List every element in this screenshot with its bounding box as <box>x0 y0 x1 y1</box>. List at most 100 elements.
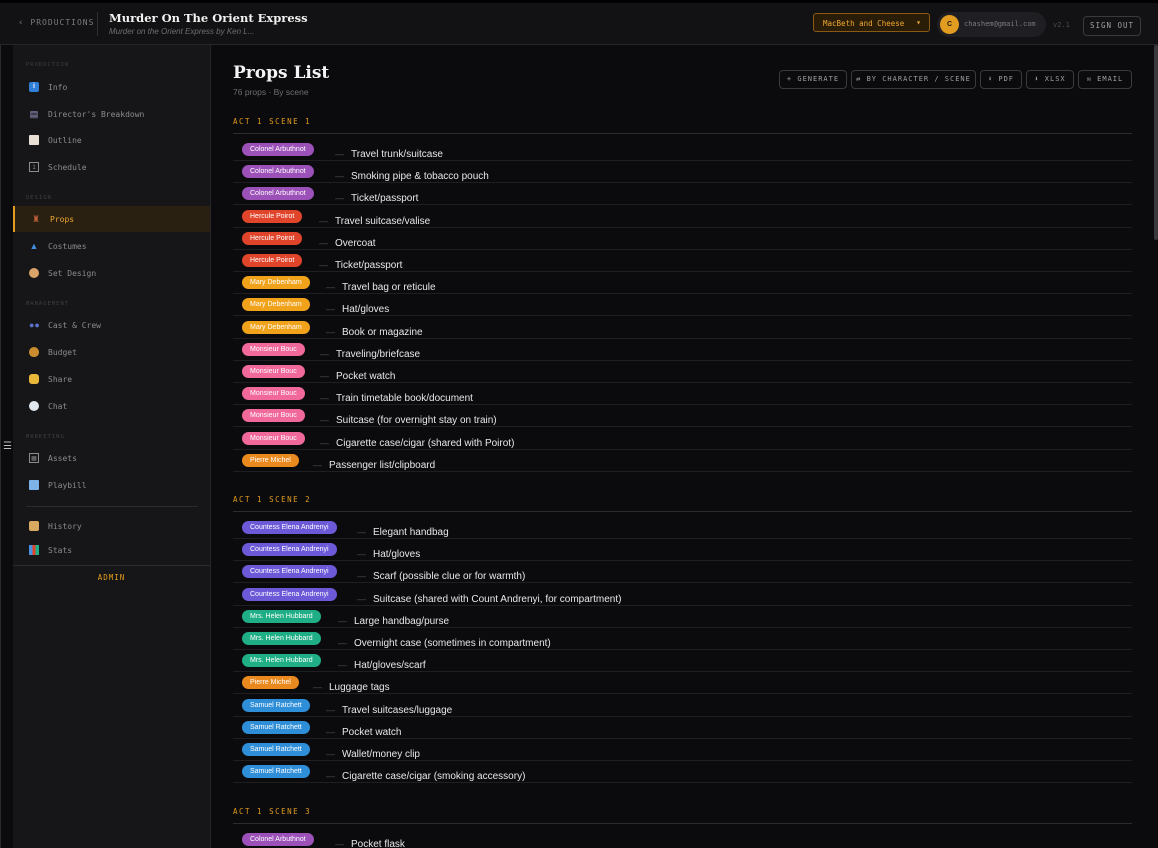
email-button[interactable]: ✉ EMAIL <box>1078 70 1132 89</box>
character-chip[interactable]: Mary Debenham <box>242 298 310 312</box>
character-chip[interactable]: Hercule Poirot <box>242 254 303 267</box>
prop-row[interactable]: Monsieur Bouc — Cigarette case/cigar (shar… <box>233 428 1132 450</box>
sidebar-item-playbill[interactable]: Playbill <box>13 472 210 498</box>
character-chip[interactable]: Mary Debenham <box>242 276 310 290</box>
character-chip[interactable]: Countess Elena Andrenyi <box>242 587 337 601</box>
character-chip[interactable]: Hercule Poirot <box>242 231 303 245</box>
sidebar-item-history[interactable]: History <box>13 513 210 539</box>
prop-item: — Travel bag or reticule <box>319 277 436 295</box>
character-chip[interactable]: Countess Elena Andrenyi <box>242 521 337 534</box>
user-email: chashem@gmail.com <box>964 20 1036 28</box>
sidebar-item-props[interactable]: ♜ Props <box>13 206 210 232</box>
prop-row[interactable]: Mrs. Helen Hubbard — Hat/gloves/scarf <box>233 650 1132 673</box>
prop-row[interactable]: Countess Elena Andrenyi — Hat/gloves <box>233 539 1132 562</box>
prop-row[interactable]: Countess Elena Andrenyi — Suitcase (shared… <box>233 584 1132 606</box>
dash-separator: — <box>320 415 329 426</box>
prop-row[interactable]: Mary Debenham — Travel bag or reticule <box>233 272 1132 295</box>
dress-icon: ▲ <box>29 241 39 251</box>
character-chip[interactable]: Hercule Poirot <box>242 209 303 223</box>
prop-row[interactable]: Pierre Michel — Passenger list/clipboard <box>233 450 1132 472</box>
prop-row[interactable]: Monsieur Bouc — Train timetable book/docum… <box>233 383 1132 406</box>
prop-row[interactable]: Hercule Poirot — Ticket/passport <box>233 250 1132 272</box>
sidebar-item-budget[interactable]: Budget <box>13 339 210 365</box>
prop-item: — Train timetable book/document <box>313 388 473 406</box>
prop-row[interactable]: Mrs. Helen Hubbard — Overnight case (somet… <box>233 628 1132 650</box>
character-chip[interactable]: Colonel Arbuthnot <box>242 143 314 156</box>
character-chip[interactable]: Monsieur Bouc <box>242 342 305 356</box>
by-character-scene-toggle[interactable]: ⇄ BY CHARACTER / SCENE <box>851 70 976 89</box>
sidebar-item-chat[interactable]: Chat <box>13 393 210 419</box>
character-chip[interactable]: Colonel Arbuthnot <box>242 833 314 846</box>
scrollbar[interactable] <box>1154 45 1158 240</box>
sidebar-item-assets[interactable]: ▦ Assets <box>13 445 210 471</box>
admin-link[interactable]: ADMIN <box>13 573 210 582</box>
character-chip[interactable]: Mrs. Helen Hubbard <box>242 654 321 668</box>
divider <box>233 823 1132 824</box>
handshake-icon <box>29 374 39 384</box>
info-icon: i <box>29 82 39 92</box>
sidebar-item-set-design[interactable]: Set Design <box>13 260 210 286</box>
prop-row[interactable]: Samuel Ratchett — Pocket watch <box>233 717 1132 739</box>
character-chip[interactable]: Monsieur Bouc <box>242 431 305 445</box>
prop-row[interactable]: Colonel Arbuthnot — Travel trunk/suitcase <box>233 139 1132 161</box>
export-xlsx-button[interactable]: ⬇ XLSX <box>1026 70 1074 89</box>
sidebar-item-cast-crew[interactable]: ●● Cast & Crew <box>13 312 210 338</box>
sidebar-item-label: Schedule <box>48 163 87 172</box>
prop-row[interactable]: Colonel Arbuthnot — Ticket/passport <box>233 183 1132 206</box>
sidebar-item-share[interactable]: Share <box>13 366 210 392</box>
sidebar-item-schedule[interactable]: 1 Schedule <box>13 154 210 180</box>
sidebar-item-stats[interactable]: Stats <box>13 537 210 563</box>
divider <box>233 511 1132 512</box>
prop-row[interactable]: Monsieur Bouc — Suitcase (for overnight st… <box>233 405 1132 428</box>
character-chip[interactable]: Samuel Ratchett <box>242 743 310 756</box>
prop-row[interactable]: Pierre Michel — Luggage tags <box>233 672 1132 695</box>
prop-row[interactable]: Mary Debenham — Hat/gloves <box>233 294 1132 317</box>
prop-row[interactable]: Samuel Ratchett — Wallet/money clip <box>233 739 1132 761</box>
prop-row[interactable]: Monsieur Bouc — Pocket watch <box>233 361 1132 383</box>
sidebar-item-info[interactable]: i Info <box>13 74 210 100</box>
dash-separator: — <box>319 260 328 270</box>
sidebar-item-outline[interactable]: Outline <box>13 127 210 153</box>
company-selector[interactable]: MacBeth and Cheese ▾ <box>813 13 930 32</box>
character-chip[interactable]: Samuel Ratchett <box>242 765 310 779</box>
character-chip[interactable]: Mrs. Helen Hubbard <box>242 609 321 623</box>
character-chip[interactable]: Countess Elena Andrenyi <box>242 543 337 557</box>
sign-out-button[interactable]: SIGN OUT <box>1083 16 1141 36</box>
dash-separator: — <box>326 326 335 337</box>
character-chip[interactable]: Monsieur Bouc <box>242 365 305 378</box>
generate-button[interactable]: + GENERATE <box>779 70 847 89</box>
prop-row[interactable]: Mrs. Helen Hubbard — Large handbag/purse <box>233 606 1132 628</box>
sidebar-item-costumes[interactable]: ▲ Costumes <box>13 233 210 259</box>
character-chip[interactable]: Mary Debenham <box>242 320 310 334</box>
prop-row[interactable]: Countess Elena Andrenyi — Elegant handbag <box>233 517 1132 539</box>
export-pdf-button[interactable]: ⬇ PDF <box>980 70 1022 89</box>
character-chip[interactable]: Colonel Arbuthnot <box>242 165 314 179</box>
prop-row[interactable]: Colonel Arbuthnot — Pocket flask <box>233 829 1132 848</box>
character-chip[interactable]: Pierre Michel <box>242 676 299 690</box>
prop-row[interactable]: Hercule Poirot — Travel suitcase/valise <box>233 206 1132 228</box>
character-chip[interactable]: Pierre Michel <box>242 453 299 467</box>
character-chip[interactable]: Monsieur Bouc <box>242 409 305 423</box>
prop-row[interactable]: Hercule Poirot — Overcoat <box>233 228 1132 250</box>
back-to-productions-link[interactable]: ‹ PRODUCTIONS <box>18 18 94 28</box>
character-chip[interactable]: Colonel Arbuthnot <box>242 187 314 201</box>
sidebar-item-directors-breakdown[interactable]: ▤ Director's Breakdown <box>13 101 210 127</box>
character-chip[interactable]: Countess Elena Andrenyi <box>242 565 337 579</box>
user-menu[interactable]: C chashem@gmail.com <box>937 12 1046 37</box>
character-chip[interactable]: Monsieur Bouc <box>242 387 305 401</box>
character-chip[interactable]: Samuel Ratchett <box>242 698 310 712</box>
dash-separator: — <box>319 215 328 226</box>
prop-row[interactable]: Colonel Arbuthnot — Smoking pipe & tobacco… <box>233 161 1132 184</box>
character-chip[interactable]: Mrs. Helen Hubbard <box>242 632 321 645</box>
sidebar-resize-handle-icon[interactable]: ☰ <box>3 441 12 452</box>
prop-row[interactable]: Monsieur Bouc — Traveling/briefcase <box>233 339 1132 361</box>
prop-row[interactable]: Samuel Ratchett — Cigarette case/cigar (sm… <box>233 761 1132 784</box>
character-chip[interactable]: Samuel Ratchett <box>242 720 310 734</box>
prop-row[interactable]: Countess Elena Andrenyi — Scarf (possible … <box>233 561 1132 584</box>
prop-row[interactable]: Samuel Ratchett — Travel suitcases/luggage <box>233 695 1132 717</box>
prop-row[interactable]: Mary Debenham — Book or magazine <box>233 317 1132 339</box>
palette-icon <box>29 268 39 278</box>
prop-name: Pocket watch <box>336 371 396 382</box>
prop-name: Travel bag or reticule <box>342 282 436 294</box>
prop-item: — Traveling/briefcase <box>313 344 420 362</box>
